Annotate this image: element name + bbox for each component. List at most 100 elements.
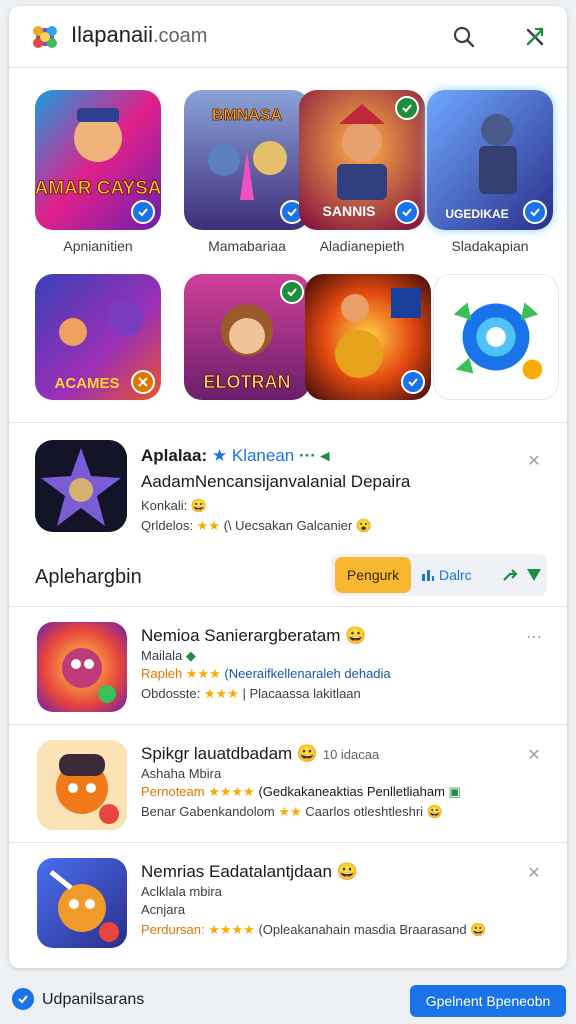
list-item-detail-text: Caarlos otleshtleshri 😀	[305, 804, 443, 819]
featured-meta: Konkali: 😀	[141, 498, 208, 513]
app-tile-3-label: Aladianepieth	[319, 238, 405, 254]
app-store-panel: Ilapanaii.coam BAMAR CAYSAN	[9, 6, 567, 968]
site-name: Ilapanaii	[71, 22, 153, 47]
game-art-8	[434, 275, 558, 399]
list-item-detail-prefix: Obdosste:	[141, 686, 201, 701]
search-icon	[453, 26, 475, 48]
featured-name: Aplalaa:	[141, 446, 208, 465]
more-icon: ··· ◂	[298, 446, 330, 465]
list-item-detail-prefix: Benar Gabenkandolom	[141, 804, 275, 819]
close-icon: ✕	[527, 747, 541, 764]
divider	[9, 422, 567, 423]
list-item-detail-stars: ★★	[278, 804, 302, 819]
sale-badge-icon	[131, 370, 155, 394]
featured-app-card[interactable]: Aplalaa: ★ Klanean ··· ◂ AadamNencansija…	[9, 424, 567, 550]
arrow-icon: ◆	[185, 648, 196, 663]
site-domain: .coam	[152, 25, 208, 47]
list-item[interactable]: Nemrias Eadatalantjdaan 😀 Aclklala mbira…	[9, 844, 567, 960]
list-item-subtitle: Mailala ◆	[141, 648, 196, 664]
featured-description: AadamNencansijanvalanial Depaira	[141, 472, 411, 491]
list-item-icon	[37, 622, 127, 712]
app-tile-4[interactable]: UGEDIKAE	[427, 90, 553, 230]
share-arrow-icon	[503, 569, 518, 581]
sort-filter-button[interactable]	[523, 564, 545, 586]
featured-title: Aplalaa: ★ Klanean ··· ◂	[141, 446, 329, 466]
list-item-icon	[37, 740, 127, 830]
app-tile-1-label: Apnianitien	[63, 238, 133, 254]
app-tile-3[interactable]: SANNIS	[299, 90, 425, 230]
featured-rating-text: (\ Uecsakan Galcanier 😮	[223, 518, 373, 533]
verified-badge-icon	[523, 200, 547, 224]
divider	[9, 842, 567, 843]
dismiss-featured-button[interactable]: ✕	[523, 450, 545, 472]
more-options-button[interactable]: ⋯	[523, 626, 545, 648]
app-tile-8[interactable]	[433, 274, 559, 400]
tile-6-art-text: ELOTRAN	[204, 372, 291, 392]
list-item-title-extra: 10 idacaa	[322, 747, 380, 762]
update-badge-icon	[395, 96, 419, 120]
list-item-detail: Obdosste: ★★★ | Placaassa lakitlaan	[141, 686, 361, 702]
share-filter-button[interactable]	[499, 564, 521, 586]
popular-filter-button[interactable]: Pengurk	[335, 557, 411, 593]
list-item-detail-prefix: Perdursan:	[141, 922, 205, 937]
divider	[9, 606, 567, 607]
app-tile-2[interactable]: BMNASA	[184, 90, 310, 230]
share-button[interactable]	[517, 19, 553, 55]
verified-badge-icon	[401, 370, 425, 394]
list-item-rating: Acnjara	[141, 902, 185, 917]
green-tag-icon: ▣	[448, 784, 461, 799]
list-item-detail-stars: ★★★	[203, 686, 239, 701]
featured-app-icon	[35, 440, 127, 532]
tile-5-art-text: ACAMES	[54, 375, 119, 392]
check-icon	[12, 988, 34, 1010]
filter-label: Dalrc	[439, 567, 472, 583]
update-badge-icon	[280, 280, 304, 304]
featured-rating-label: Qrldelos:	[141, 518, 194, 533]
featured-rating: Qrldelos: ★★ (\ Uecsakan Galcanier 😮	[141, 518, 372, 534]
bottom-bar: Udpanilsarans Gpelnent Bpeneobn	[0, 976, 576, 1024]
list-item-icon	[37, 858, 127, 948]
list-item-stars: ★★★★	[208, 784, 255, 799]
close-icon: ✕	[527, 453, 541, 470]
app-tile-5[interactable]: ACAMES	[35, 274, 161, 400]
tile-3-art-text: SANNIS	[323, 203, 376, 219]
filter-triangle-icon	[527, 569, 541, 581]
list-item[interactable]: Spikgr lauatdbadam 😀 10 idacaa Ashaha Mb…	[9, 726, 567, 842]
filter-button[interactable]: Dalrc	[421, 557, 472, 593]
top-bar: Ilapanaii.coam	[9, 6, 567, 68]
app-tile-6[interactable]: ELOTRAN	[184, 274, 310, 400]
list-item-detail-stars: ★★★★	[208, 922, 255, 937]
tile-2-art-text: BMNASA	[212, 107, 283, 124]
featured-tag: Klanean	[231, 446, 295, 465]
dismiss-button[interactable]: ✕	[523, 744, 545, 766]
list-item-detail-text: (Opleakanahain masdia Braarasand 😀	[258, 922, 487, 937]
search-button[interactable]	[446, 19, 482, 55]
dismiss-button[interactable]: ✕	[523, 862, 545, 884]
list-item-detail: Benar Gabenkandolom ★★ Caarlos otleshtle…	[141, 804, 443, 820]
list-item-subtitle: Ashaha Mbira	[141, 766, 222, 781]
list-item-rating-prefix: Rapleh	[141, 666, 183, 681]
list-item-rating-prefix: Pernoteam	[141, 784, 205, 799]
verified-star-icon: ★	[211, 446, 228, 465]
list-item-title: Nemrias Eadatalantjdaan 😀	[141, 862, 358, 881]
list-item-stars: ★★★	[185, 666, 221, 681]
hero-game-icon	[37, 858, 127, 948]
list-item-rating-prefix: Acnjara	[141, 902, 186, 917]
list-item-rating-text: (Neeraifkellenaraleh dehadia	[224, 666, 391, 681]
list-item-rating-text: (Gedkakaneaktias Penlletliaham	[258, 784, 445, 799]
list-item-rating: Rapleh ★★★ (Neeraifkellenaraleh dehadia	[141, 666, 391, 682]
open-button[interactable]: Gpelnent Bpeneobn	[410, 985, 566, 1017]
list-item-title: Spikgr lauatdbadam 😀 10 idacaa	[141, 744, 379, 764]
list-item-subtitle: Aclklala mbira	[141, 884, 222, 899]
site-title: Ilapanaii.coam	[71, 22, 207, 48]
list-item[interactable]: Nemioa Sanierargberatam 😀 Mailala ◆ Rapl…	[9, 608, 567, 724]
app-tile-7[interactable]	[305, 274, 431, 400]
list-item-detail: Perdursan: ★★★★ (Opleakanahain masdia Br…	[141, 922, 486, 938]
bar-chart-icon	[422, 570, 434, 581]
app-tile-1[interactable]: BAMAR CAYSAN	[35, 90, 161, 230]
featured-stars: ★★	[196, 518, 220, 533]
star-game-icon	[35, 440, 127, 532]
more-icon: ⋯	[526, 629, 542, 646]
close-icon: ✕	[527, 865, 541, 882]
site-logo-icon	[33, 26, 57, 48]
